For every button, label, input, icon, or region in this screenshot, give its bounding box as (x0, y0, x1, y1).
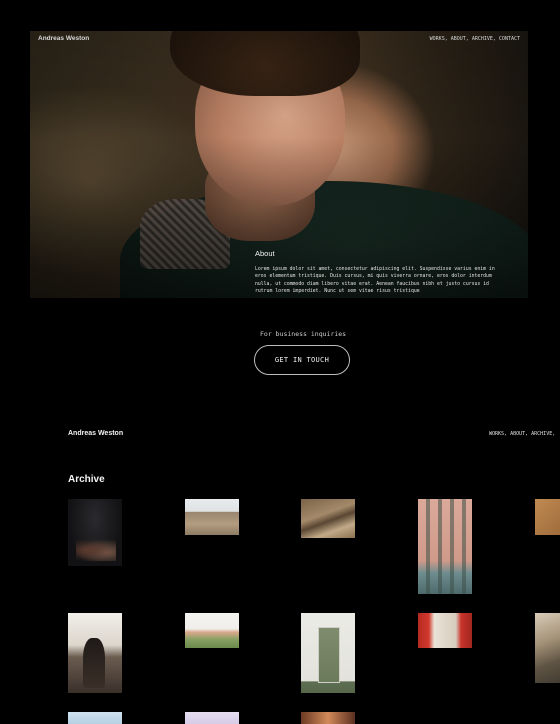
archive-thumbnail[interactable] (418, 499, 472, 594)
archive-thumbnail[interactable] (68, 613, 122, 693)
nav-link-works[interactable]: WORKS, (430, 36, 448, 42)
archive-thumbnail[interactable] (535, 499, 560, 535)
hero-site-title[interactable]: Andreas Weston (38, 35, 89, 42)
archive-thumbnail[interactable] (301, 499, 355, 538)
nav-link-about[interactable]: ABOUT, (451, 36, 469, 42)
archive-thumbnail[interactable] (535, 613, 560, 683)
about-section: About Lorem ipsum dolor sit amet, consec… (255, 249, 505, 296)
archive-thumbnail[interactable] (418, 613, 472, 648)
archive-thumbnail[interactable] (68, 499, 122, 566)
hero-image-card: Andreas Weston WORKS, ABOUT, ARCHIVE, CO… (30, 31, 528, 298)
nav-link-contact[interactable]: CONTACT (499, 36, 520, 42)
archive-thumbnail[interactable] (301, 712, 355, 724)
archive-nav[interactable]: WORKS, ABOUT, ARCHIVE, (489, 431, 555, 437)
archive-thumbnail[interactable] (185, 712, 239, 724)
archive-heading: Archive (68, 474, 105, 485)
business-inquiries-label: For business inquiries (260, 330, 347, 338)
get-in-touch-button[interactable]: GET IN TOUCH (254, 345, 350, 375)
about-heading: About (255, 249, 275, 258)
hero-nav: WORKS, ABOUT, ARCHIVE, CONTACT (430, 36, 520, 42)
archive-site-title[interactable]: Andreas Weston (68, 430, 123, 437)
archive-thumbnail[interactable] (68, 712, 122, 724)
archive-thumbnail[interactable] (301, 613, 355, 693)
nav-link-archive[interactable]: ARCHIVE, (472, 36, 496, 42)
archive-thumbnail[interactable] (185, 499, 239, 535)
archive-thumbnail[interactable] (185, 613, 239, 648)
about-paragraph: Lorem ipsum dolor sit amet, consectetur … (255, 267, 495, 295)
